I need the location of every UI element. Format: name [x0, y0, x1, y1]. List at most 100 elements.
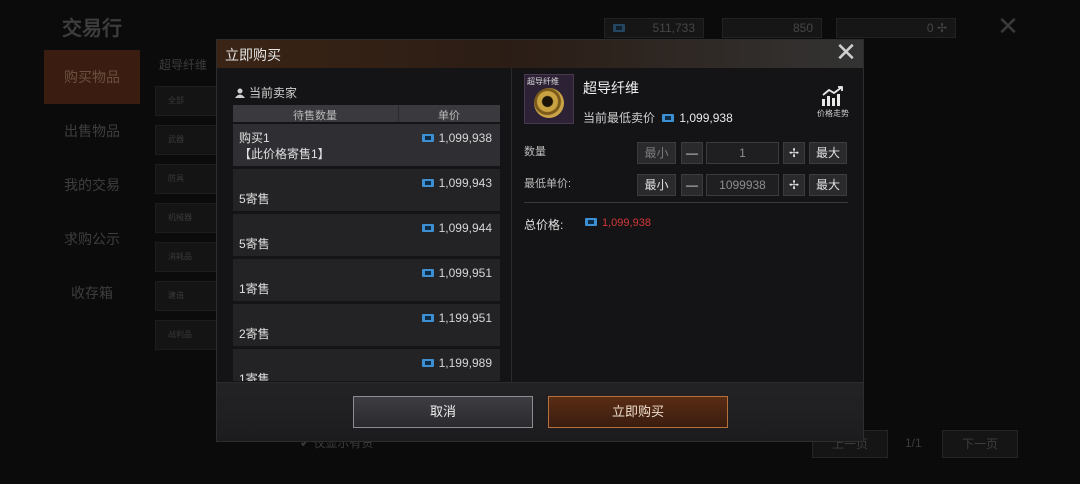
plus-icon: ✢: [788, 178, 800, 192]
divider: [524, 202, 848, 203]
close-icon[interactable]: ✕: [996, 13, 1020, 39]
currency-coins: 511,733: [604, 18, 704, 38]
seller-row[interactable]: 1寄售 1,099,951: [233, 259, 500, 301]
seller-price-value: 1,199,989: [438, 356, 492, 370]
seller-table-header: 待售数量 单价: [233, 105, 500, 122]
seller-quantity: 1寄售: [239, 372, 270, 381]
item-name: 超导纤维: [583, 80, 639, 96]
cancel-button[interactable]: 取消: [353, 396, 533, 428]
buy-now-button[interactable]: 立即购买: [548, 396, 728, 428]
seller-list[interactable]: 购买1 【此价格寄售1】 1,099,938 5寄售 1,099,943 5寄售 1,09…: [233, 124, 500, 381]
quantity-max-button[interactable]: 最大: [809, 142, 847, 164]
item-tag: 超导纤维: [527, 77, 559, 86]
subcategory-item[interactable]: 建造: [155, 281, 217, 311]
subcategory-title: 超导纤维: [159, 58, 208, 72]
person-icon: [235, 88, 245, 98]
nav-my-trades[interactable]: 我的交易: [44, 158, 140, 212]
coin-icon: [421, 179, 434, 187]
subcategory-item[interactable]: 武器: [155, 125, 217, 155]
sellers-label: 当前卖家: [249, 86, 298, 100]
lowest-price-value: 1,099,938: [679, 111, 733, 125]
seller-row[interactable]: 购买1 【此价格寄售1】 1,099,938: [233, 124, 500, 166]
subcategory-item[interactable]: 全部: [155, 86, 217, 116]
seller-row[interactable]: 5寄售 1,099,943: [233, 169, 500, 211]
coin-icon: [613, 24, 625, 32]
currency-other-value: 0: [926, 21, 934, 35]
column-divider: [398, 105, 399, 122]
seller-price: 1,099,943: [421, 176, 492, 190]
sellers-heading: 当前卖家: [235, 84, 297, 101]
seller-price-value: 1,099,951: [438, 266, 492, 280]
subcategory-list: 超导纤维 全部 武器 防具 机械器 消耗品 建造 战利品: [155, 52, 217, 350]
seller-price-value: 1,099,943: [438, 176, 492, 190]
unit-price-plus-button[interactable]: ✢: [783, 174, 805, 196]
nav-purchase-requests[interactable]: 求购公示: [44, 212, 140, 266]
currency-gems-value: 850: [792, 21, 813, 35]
coin-icon: [662, 114, 675, 122]
seller-row[interactable]: 1寄售 1,199,989: [233, 349, 500, 381]
unit-price-label: 最低单价:: [524, 178, 572, 190]
subcategory-item[interactable]: 战利品: [155, 320, 217, 350]
seller-quantity: 5寄售: [239, 237, 270, 251]
dialog-header: 立即购买 ✕: [217, 39, 863, 68]
seller-price: 1,099,944: [421, 221, 492, 235]
currency-other: 0 ✢: [836, 18, 956, 38]
total-price-value: 1,099,938: [602, 217, 651, 229]
item-image: [534, 88, 564, 118]
coin-icon: [421, 269, 434, 277]
column-price: 单价: [438, 110, 460, 122]
seller-row[interactable]: 2寄售 1,199,951: [233, 304, 500, 346]
quantity-minus-button[interactable]: —: [681, 142, 703, 164]
quantity-label: 数量: [524, 146, 546, 158]
seller-row[interactable]: 5寄售 1,099,944: [233, 214, 500, 256]
seller-price: 1,199,951: [421, 311, 492, 325]
close-icon[interactable]: ✕: [833, 39, 859, 66]
seller-price: 1,099,951: [421, 266, 492, 280]
seller-price-value: 1,099,944: [438, 221, 492, 235]
quantity-input[interactable]: 1: [706, 142, 779, 164]
minus-icon: —: [686, 178, 698, 192]
dialog-body: 当前卖家 待售数量 单价 购买1 【此价格寄售1】 1,099,938 5寄售 1,0…: [217, 68, 863, 382]
total-price: 1,099,938: [585, 217, 651, 229]
seller-price-value: 1,099,938: [438, 131, 492, 145]
lowest-price-line: 当前最低卖价 1,099,938: [583, 109, 733, 126]
quantity-plus-button[interactable]: ✢: [783, 142, 805, 164]
seller-quantity: 购买1 【此价格寄售1】: [239, 131, 330, 161]
next-page-button[interactable]: 下一页: [942, 430, 1018, 458]
nav-buy-items[interactable]: 购买物品: [44, 50, 140, 104]
nav-storage-box[interactable]: 收存箱: [44, 266, 140, 320]
subcategory-item[interactable]: 消耗品: [155, 242, 217, 272]
seller-quantity: 1寄售: [239, 282, 270, 296]
coin-icon: [421, 359, 434, 367]
lowest-price-label: 当前最低卖价: [583, 111, 656, 125]
seller-price: 1,099,938: [421, 131, 492, 145]
seller-quantity: 5寄售: [239, 192, 270, 206]
coin-icon: [421, 134, 434, 142]
seller-price: 1,199,989: [421, 356, 492, 370]
total-price-label: 总价格:: [524, 218, 564, 232]
coin-icon: [421, 224, 434, 232]
unit-price-minus-button[interactable]: —: [681, 174, 703, 196]
quantity-min-button[interactable]: 最小: [637, 142, 676, 164]
chart-trend-icon: [822, 86, 843, 106]
nav-sell-items[interactable]: 出售物品: [44, 104, 140, 158]
seller-quantity: 2寄售: [239, 327, 270, 341]
subcategory-item[interactable]: 防具: [155, 164, 217, 194]
column-quantity: 待售数量: [293, 110, 337, 122]
unit-price-min-button[interactable]: 最小: [637, 174, 676, 196]
unit-price-max-button[interactable]: 最大: [809, 174, 847, 196]
coin-icon: [585, 218, 597, 226]
item-thumbnail: 超导纤维: [524, 74, 574, 124]
currency-gems: 850: [722, 18, 822, 38]
page-indicator: 1/1: [905, 436, 922, 450]
currency-coins-value: 511,733: [652, 21, 696, 35]
dialog-footer: 取消 立即购买: [217, 382, 863, 441]
subcategory-item[interactable]: 机械器: [155, 203, 217, 233]
buy-now-dialog: 立即购买 ✕ 当前卖家 待售数量 单价 购买1 【此价格寄售1】 1,099,93…: [216, 39, 864, 442]
price-trend-button[interactable]: 价格走势: [813, 86, 853, 119]
minus-icon: —: [686, 146, 698, 160]
coin-icon: [421, 314, 434, 322]
unit-price-input[interactable]: 1099938: [706, 174, 779, 196]
plus-icon: ✢: [788, 146, 800, 160]
panel-divider: [511, 68, 512, 382]
